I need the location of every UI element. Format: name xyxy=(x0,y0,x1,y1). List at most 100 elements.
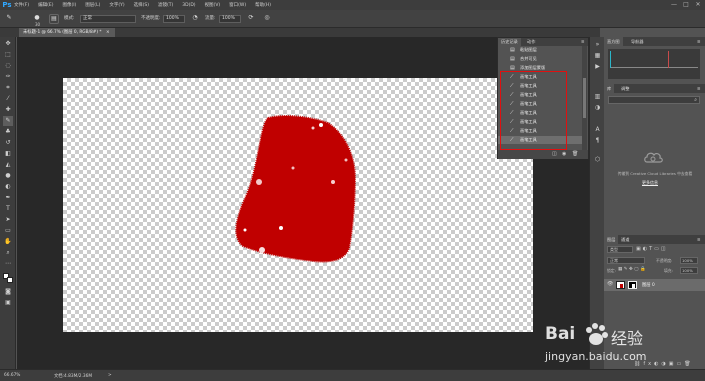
blend-mode-select[interactable]: 正常 xyxy=(607,257,645,264)
document-size: 文档:4.83M/2.36M xyxy=(54,374,93,379)
flow-input[interactable]: 100% xyxy=(219,15,241,23)
quick-mask-icon[interactable]: ◙ xyxy=(3,287,13,297)
history-panel-icon[interactable]: ▦ xyxy=(593,51,602,60)
fill-input[interactable]: 100% xyxy=(680,267,698,274)
lasso-tool-icon[interactable]: ◌ xyxy=(3,61,13,71)
eraser-tool-icon[interactable]: ◧ xyxy=(3,149,13,159)
panel-menu-icon[interactable]: ≡ xyxy=(694,235,704,244)
actions-panel-icon[interactable]: ▶ xyxy=(593,62,602,71)
zoom-level[interactable]: 66.67% xyxy=(4,373,20,378)
menu-file[interactable]: 文件(F) xyxy=(14,2,29,8)
new-snapshot-icon[interactable]: ◫ xyxy=(552,151,557,157)
layer-opacity-label: 不透明度: xyxy=(656,258,673,263)
panel-menu-icon[interactable]: ≡ xyxy=(694,84,704,93)
type-tool-icon[interactable]: T xyxy=(3,204,13,214)
layer-mask-thumbnail[interactable] xyxy=(628,281,637,289)
tab-navigator[interactable]: 导航器 xyxy=(628,37,647,46)
path-select-tool-icon[interactable]: ➤ xyxy=(3,215,13,225)
properties-icon[interactable]: ▥ xyxy=(593,92,602,101)
screen-mode-icon[interactable]: ▣ xyxy=(3,298,13,308)
cc-more-info-link[interactable]: 更多信息 xyxy=(642,180,658,186)
menu-image[interactable]: 图像(I) xyxy=(62,2,76,8)
right-panels: 直方图 导航器 ≡ 库 调整 ≡ ⌕ 传输到 Creative Cloud Li… xyxy=(604,37,705,369)
layer-row[interactable]: 👁 图层 0 xyxy=(604,279,705,291)
background-color-swatch[interactable] xyxy=(7,277,13,283)
history-row[interactable]: ▤ 合并可见 xyxy=(498,55,582,63)
document-canvas[interactable] xyxy=(63,78,533,332)
tab-history[interactable]: 历史记录 xyxy=(498,38,521,46)
shape-tool-icon[interactable]: ▭ xyxy=(3,226,13,236)
menu-layer[interactable]: 图层(L) xyxy=(85,2,100,8)
paint-bucket-tool-icon[interactable]: ◭ xyxy=(3,160,13,170)
tab-libraries[interactable]: 库 xyxy=(604,84,615,93)
kind-label: 类型 xyxy=(610,247,618,252)
panel-menu-icon[interactable]: ≡ xyxy=(578,38,588,46)
tab-layers[interactable]: 图层 xyxy=(604,235,619,244)
tab-actions[interactable]: 动作 xyxy=(524,38,538,46)
character-icon[interactable]: A xyxy=(593,125,602,134)
panel-icon-column: » ▦ ▶ ▥ ◑ A ¶ ⬡ xyxy=(589,37,604,369)
library-search-input[interactable]: ⌕ xyxy=(608,96,700,104)
maximize-button[interactable]: □ xyxy=(682,1,690,9)
blur-tool-icon[interactable]: ● xyxy=(3,171,13,181)
paragraph-icon[interactable]: ¶ xyxy=(593,136,602,145)
close-window-button[interactable]: ✕ xyxy=(694,1,702,9)
eyedropper-tool-icon[interactable]: ⁄ xyxy=(3,94,13,104)
menu-select[interactable]: 选择(S) xyxy=(134,2,149,8)
dodge-tool-icon[interactable]: ◐ xyxy=(3,182,13,192)
menu-3d[interactable]: 3D(D) xyxy=(182,3,195,8)
layer-name: 图层 0 xyxy=(642,283,655,288)
hand-tool-icon[interactable]: ✋ xyxy=(3,237,13,247)
layer-filter-icons[interactable]: ▣◐T▭◫ xyxy=(636,246,668,252)
visibility-eye-icon[interactable]: 👁 xyxy=(607,281,613,287)
quick-select-tool-icon[interactable]: ✑ xyxy=(3,72,13,82)
history-scroll-thumb[interactable] xyxy=(583,78,586,118)
tools-panel: ✥ ⬚ ◌ ✑ ⌗ ⁄ ✚ ✎ ♣ ↺ ◧ ◭ ● ◐ ✒ T ➤ ▭ ✋ ⌕ … xyxy=(0,37,16,369)
move-tool-icon[interactable]: ✥ xyxy=(3,39,13,49)
collapse-icon[interactable]: » xyxy=(593,40,602,49)
adjustments-icon[interactable]: ◑ xyxy=(593,103,602,112)
status-menu-arrow[interactable]: > xyxy=(108,373,112,378)
history-row[interactable]: ▤ 粘贴图层 xyxy=(498,46,582,54)
history-brush-tool-icon[interactable]: ↺ xyxy=(3,138,13,148)
brush-tool-preset-icon[interactable]: ✎ xyxy=(4,14,14,24)
layer-filter-select[interactable]: 类型 xyxy=(607,246,633,253)
brush-tool-icon[interactable]: ✎ xyxy=(3,116,13,126)
tab-histogram[interactable]: 直方图 xyxy=(604,37,623,46)
clone-stamp-tool-icon[interactable]: ♣ xyxy=(3,127,13,137)
more-tools-icon[interactable]: ⋯ xyxy=(3,259,13,269)
menu-edit[interactable]: 编辑(E) xyxy=(38,2,53,8)
history-panel-tabs: 历史记录 动作 ≡ xyxy=(498,38,588,46)
tab-adjustments[interactable]: 调整 xyxy=(618,84,632,93)
brush-panel-icon[interactable]: ▤ xyxy=(49,14,59,24)
menu-view[interactable]: 视图(V) xyxy=(205,2,221,8)
pressure-size-icon[interactable]: ◎ xyxy=(262,14,272,24)
camera-icon[interactable]: ◉ xyxy=(562,151,566,157)
layer-opacity-input[interactable]: 100% xyxy=(680,257,698,264)
document-tab-close[interactable]: × xyxy=(106,30,110,35)
lock-icons[interactable]: ▦✎✥▢🔒 xyxy=(618,267,647,272)
paw-logo-icon xyxy=(586,323,608,345)
creative-cloud-icon xyxy=(644,152,663,163)
menu-window[interactable]: 窗口(W) xyxy=(229,2,246,8)
menu-filter[interactable]: 滤镜(T) xyxy=(158,2,173,8)
trash-icon[interactable]: 🗑 xyxy=(572,151,578,157)
mode-select[interactable]: 正常 xyxy=(80,15,136,23)
pen-tool-icon[interactable]: ✒ xyxy=(3,193,13,203)
menu-type[interactable]: 文字(Y) xyxy=(109,2,124,8)
marquee-tool-icon[interactable]: ⬚ xyxy=(3,50,13,60)
crop-tool-icon[interactable]: ⌗ xyxy=(3,83,13,93)
pressure-opacity-icon[interactable]: ◔ xyxy=(190,14,200,24)
opacity-input[interactable]: 100% xyxy=(163,15,185,23)
tab-channels[interactable]: 通道 xyxy=(618,235,632,244)
airbrush-icon[interactable]: ⟳ xyxy=(246,14,256,24)
document-icon: ▤ xyxy=(510,47,515,53)
healing-brush-tool-icon[interactable]: ✚ xyxy=(3,105,13,115)
zoom-tool-icon[interactable]: ⌕ xyxy=(3,248,13,258)
panel-menu-icon[interactable]: ≡ xyxy=(694,37,704,46)
minimize-button[interactable]: — xyxy=(670,1,678,9)
document-tab[interactable]: 未标题-1 @ 66.7% (图层 0, RGB/8#) * × xyxy=(19,28,115,37)
document-icon: ▤ xyxy=(510,56,515,62)
menu-help[interactable]: 帮助(H) xyxy=(255,2,271,8)
3d-icon[interactable]: ⬡ xyxy=(593,155,602,164)
